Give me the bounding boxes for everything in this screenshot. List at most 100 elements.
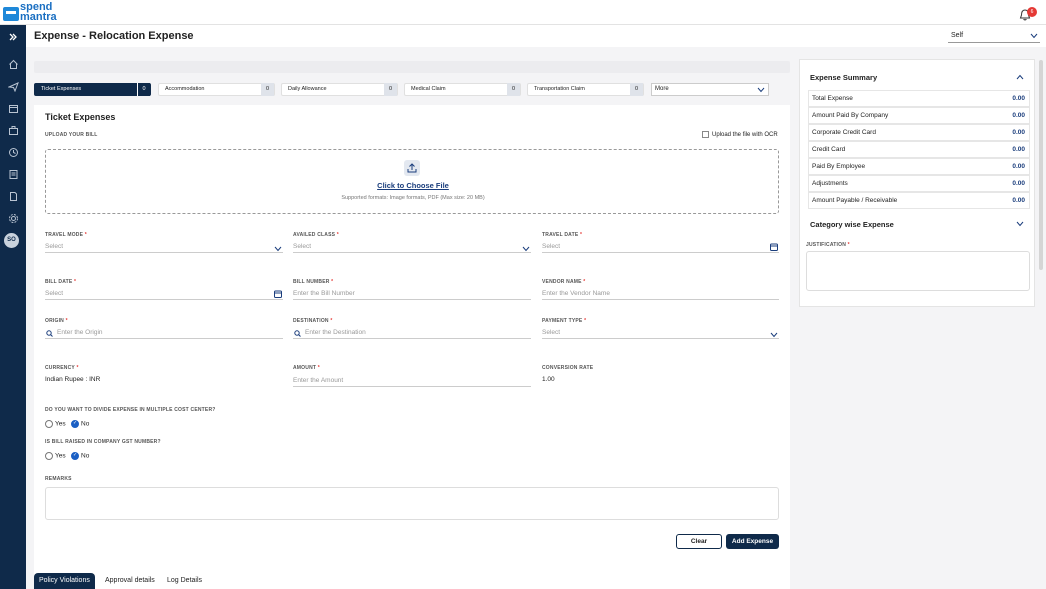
sidebar: SO (0, 25, 26, 589)
file-dropzone[interactable]: Click to Choose File Supported formats: … (45, 149, 779, 214)
travel-mode-label: TRAVEL MODE * (45, 232, 87, 238)
expense-summary-title: Expense Summary (810, 73, 878, 82)
bill-number-input[interactable]: Enter the Bill Number (293, 288, 531, 300)
justification-textarea[interactable] (806, 251, 1030, 291)
travel-date-picker[interactable]: Select (542, 241, 779, 253)
self-dropdown-value: Self (951, 32, 964, 39)
summary-row: Amount Payable / Receivable 0.00 (808, 192, 1030, 209)
yes-label: Yes (55, 420, 66, 428)
main-content: Ticket Expenses 0 Accommodation 0 Daily … (34, 61, 790, 589)
no-label: No (81, 452, 90, 460)
travel-icon[interactable] (5, 79, 21, 93)
tab-ticket-expenses[interactable]: Ticket Expenses 0 (34, 83, 151, 96)
document-icon[interactable] (5, 189, 21, 203)
tab-approval-details[interactable]: Approval details (100, 573, 160, 589)
notification-badge: 6 (1027, 7, 1037, 17)
section-title: Ticket Expenses (45, 112, 116, 122)
gst-radio-group: Yes No (45, 452, 89, 460)
more-tabs-dropdown[interactable]: More (651, 83, 769, 96)
currency-label: CURRENCY * (45, 365, 79, 371)
tab-count: 0 (507, 83, 520, 96)
currency-value: Indian Rupee : INR (45, 376, 101, 383)
availed-class-select[interactable]: Select (293, 241, 531, 253)
logo-line2: mantra (20, 11, 57, 23)
scrollbar[interactable] (1039, 60, 1043, 270)
origin-input[interactable]: Enter the Origin (45, 327, 283, 339)
yes-label: Yes (55, 452, 66, 460)
top-bar: spend mantra 6 (0, 0, 1046, 25)
ocr-checkbox[interactable]: Upload the file with OCR (702, 131, 778, 138)
tab-count: 0 (261, 83, 274, 96)
conversion-rate-value: 1.00 (542, 376, 555, 383)
checkbox-box[interactable] (702, 131, 709, 138)
chevron-down-icon (522, 246, 530, 252)
summary-row: Credit Card 0.00 (808, 141, 1030, 158)
summary-row: Amount Paid By Company 0.00 (808, 107, 1030, 124)
gst-no-radio[interactable] (71, 452, 80, 460)
conversion-rate-label: CONVERSION RATE (542, 365, 594, 371)
choose-file-link[interactable]: Click to Choose File (46, 181, 780, 190)
settings-icon[interactable] (5, 211, 21, 225)
expense-summary-panel: Expense Summary Total Expense 0.00 Amount… (799, 59, 1035, 307)
clear-button[interactable]: Clear (676, 534, 722, 549)
tab-medical-claim[interactable]: Medical Claim 0 (404, 83, 521, 96)
tab-log-details[interactable]: Log Details (162, 573, 207, 589)
category-expense-title[interactable]: Category wise Expense (810, 220, 894, 229)
self-dropdown[interactable]: Self (948, 29, 1040, 43)
travel-date-label: TRAVEL DATE * (542, 232, 583, 238)
chevron-down-icon[interactable] (1016, 221, 1024, 227)
chevron-down-icon (1030, 33, 1038, 39)
chevron-down-icon (770, 332, 778, 338)
home-icon[interactable] (5, 57, 21, 71)
tab-count: 0 (137, 83, 150, 96)
destination-input[interactable]: Enter the Destination (293, 327, 531, 339)
origin-label: ORIGIN * (45, 318, 68, 324)
reports-icon[interactable] (5, 167, 21, 181)
origin-placeholder: Enter the Origin (57, 329, 103, 336)
gst-yes-radio[interactable] (45, 452, 53, 460)
amount-input[interactable]: Enter the Amount (293, 375, 531, 387)
bill-date-label: BILL DATE * (45, 279, 77, 285)
tab-accommodation[interactable]: Accommodation 0 (158, 83, 275, 96)
upload-icon[interactable] (404, 160, 420, 176)
tab-label: Accommodation (165, 86, 205, 92)
cost-center-yes-radio[interactable] (45, 420, 53, 428)
briefcase-icon[interactable] (5, 123, 21, 137)
bill-date-value: Select (45, 290, 64, 297)
bottom-tabs: Policy Violations Approval details Log D… (34, 573, 790, 589)
bill-number-label: BILL NUMBER * (293, 279, 334, 285)
tab-label: Medical Claim (411, 86, 446, 92)
tab-policy-violations[interactable]: Policy Violations (34, 573, 95, 589)
availed-class-label: AVAILED CLASS * (293, 232, 339, 238)
tab-daily-allowance[interactable]: Daily Allowance 0 (281, 83, 398, 96)
summary-row: Corporate Credit Card 0.00 (808, 124, 1030, 141)
spendmantra-logo[interactable]: spend mantra (3, 2, 63, 23)
ocr-label: Upload the file with OCR (712, 132, 778, 139)
remarks-textarea[interactable] (45, 487, 779, 520)
vendor-name-input[interactable]: Enter the Vendor Name (542, 288, 779, 300)
cost-center-question: DO YOU WANT TO DIVIDE EXPENSE IN MULTIPL… (45, 407, 216, 413)
page-header: Expense - Relocation Expense (26, 25, 1046, 47)
remarks-label: REMARKS (45, 476, 72, 482)
amount-label: AMOUNT * (293, 365, 320, 371)
tab-transportation-claim[interactable]: Transportation Claim 0 (527, 83, 644, 96)
travel-mode-select[interactable]: Select (45, 241, 283, 253)
supported-formats: Supported formats: Image formats, PDF (M… (341, 195, 485, 201)
cost-center-no-radio[interactable] (71, 420, 80, 428)
calendar-icon[interactable] (770, 243, 778, 251)
destination-placeholder: Enter the Destination (305, 329, 366, 336)
calendar-icon[interactable] (274, 290, 282, 298)
justification-label: JUSTIFICATION * (806, 242, 850, 248)
payment-type-select[interactable]: Select (542, 327, 779, 339)
more-label: More (655, 86, 669, 92)
ticket-expense-form: Ticket Expenses UPLOAD YOUR BILL Upload … (34, 105, 790, 581)
no-label: No (81, 420, 90, 428)
chevron-up-icon[interactable] (1016, 74, 1024, 80)
bill-date-picker[interactable]: Select (45, 288, 283, 300)
expand-sidebar-icon[interactable] (5, 30, 21, 44)
user-avatar[interactable]: SO (4, 233, 19, 248)
calendar-icon[interactable] (5, 101, 21, 115)
history-icon[interactable] (5, 145, 21, 159)
add-expense-button[interactable]: Add Expense (726, 534, 779, 549)
tab-label: Transportation Claim (534, 86, 585, 92)
